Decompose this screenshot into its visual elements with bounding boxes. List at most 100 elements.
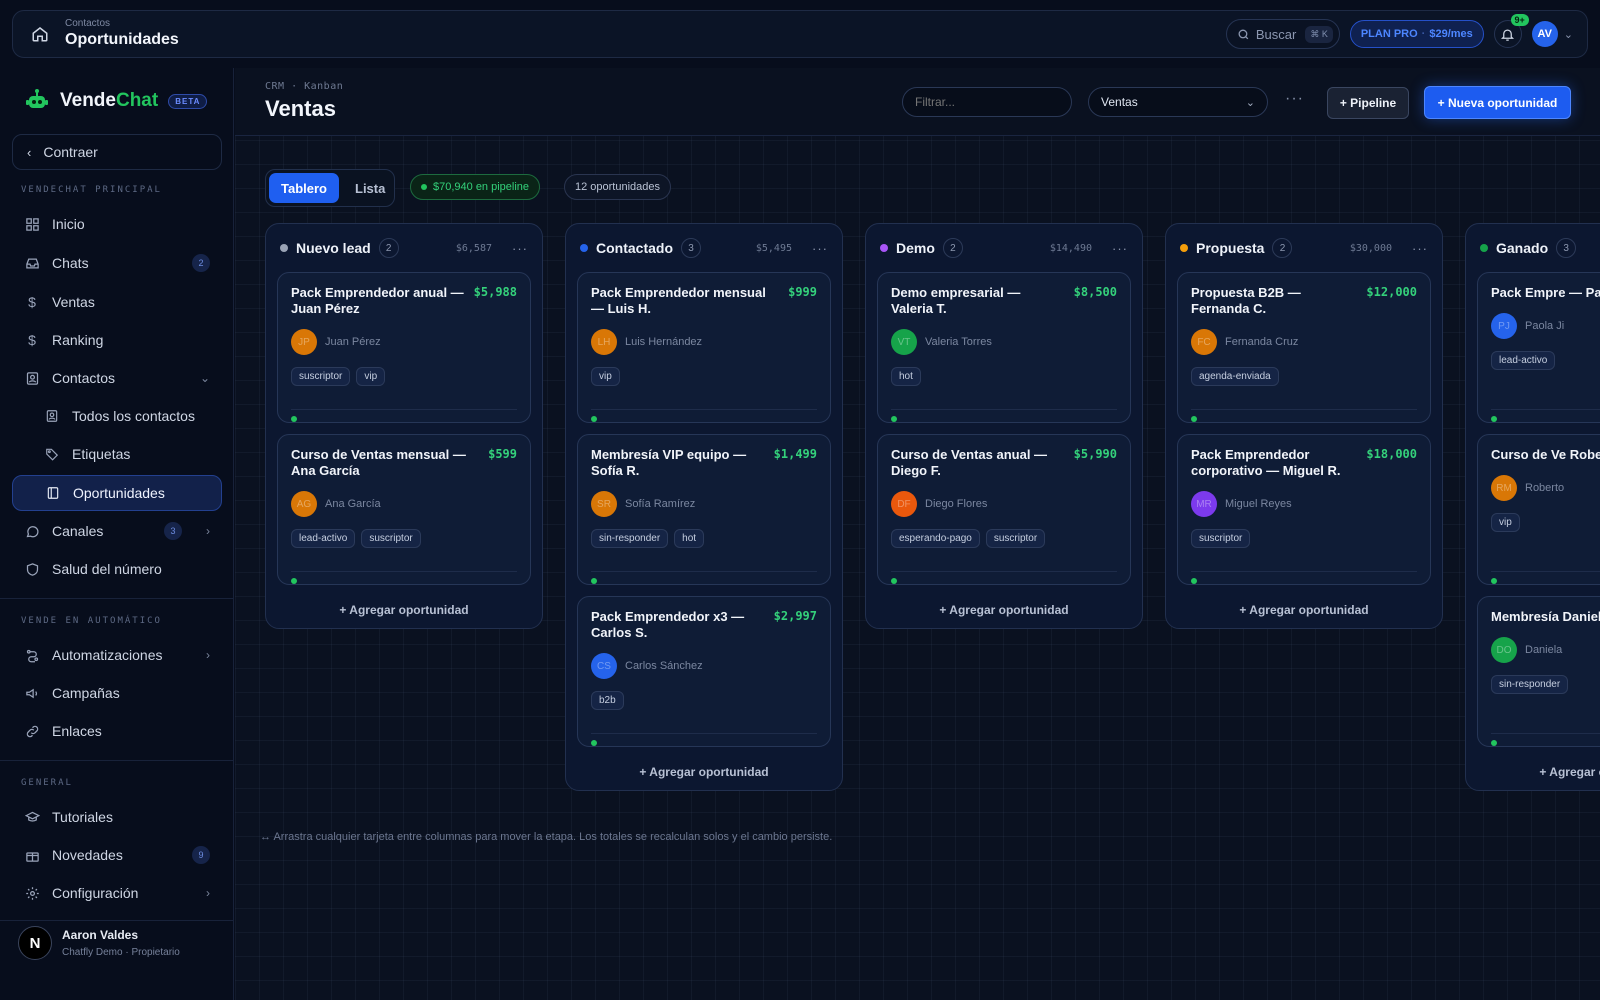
status-dot (891, 416, 897, 422)
card-amount: $599 (488, 447, 517, 461)
sidebar-item-label: Contactos (52, 370, 116, 386)
opportunity-card[interactable]: Demo empresarial — Valeria T. $8,500 VT Va… (877, 272, 1131, 423)
column-count: 3 (681, 238, 701, 258)
kanban-column-propuesta[interactable]: Propuesta 2 $30,000 ··· Propuesta B2B — … (1165, 223, 1443, 629)
sidebar-item-ranking[interactable]: $ Ranking (12, 322, 222, 358)
sidebar-item-contactos[interactable]: Contactos ⌄ (12, 360, 222, 396)
sidebar-item-campanas[interactable]: Campañas (12, 675, 222, 711)
add-opportunity-button[interactable]: + Agregar oportunidad (1466, 754, 1600, 790)
column-header: Demo 2 $14,490 ··· (866, 224, 1142, 272)
more-options-icon[interactable]: ··· (1285, 90, 1304, 108)
dollar-icon: $ (28, 332, 36, 348)
kanban-column-ganado[interactable]: Ganado 3 Pack Empre — Paola J. PJ Paola J… (1465, 223, 1600, 791)
more-options-icon[interactable]: ··· (1112, 241, 1128, 256)
count-badge: 2 (192, 254, 210, 272)
column-title: Contactado (596, 240, 673, 256)
tag-badge: suscriptor (985, 529, 1046, 548)
sidebar-item-automatizaciones[interactable]: Automatizaciones › (12, 637, 222, 673)
notification-badge: 9+ (1510, 14, 1529, 26)
more-options-icon[interactable]: ··· (512, 241, 528, 256)
tag-badge: b2b (591, 691, 624, 710)
sidebar-item-novedades[interactable]: Novedades 9 (12, 837, 222, 873)
add-opportunity-button[interactable]: + Agregar oportunidad (266, 592, 542, 628)
add-pipeline-button[interactable]: + Pipeline (1327, 87, 1409, 119)
user-menu[interactable]: AV ⌄ (1531, 21, 1573, 47)
search-button[interactable]: Buscar ⌘ K (1225, 19, 1340, 49)
sidebar-item-todos-los-contactos[interactable]: Todos los contactos (12, 398, 222, 434)
plan-badge[interactable]: PLAN PRO · $29/mes (1349, 20, 1484, 48)
status-dot (291, 578, 297, 584)
sidebar-item-configuracion[interactable]: Configuración › (12, 875, 222, 911)
opportunity-card[interactable]: Membresía Daniela O. DO Daniela sin-respo… (1477, 596, 1600, 747)
card-amount: $5,988 (473, 285, 517, 299)
breadcrumb-parent[interactable]: Contactos (65, 18, 179, 30)
sidebar: VendeChat BETA ‹ Contraer VENDECHAT PRIN… (0, 68, 234, 1000)
add-opportunity-button[interactable]: + Agregar oportunidad (866, 592, 1142, 628)
pipeline-total: $70,940 en pipeline (433, 181, 530, 193)
card-footer (591, 571, 817, 584)
opportunity-card[interactable]: Pack Emprendedor corporativo — Miguel R.… (1177, 434, 1431, 585)
sidebar-divider (0, 760, 234, 761)
sidebar-item-label: Configuración (52, 885, 139, 901)
user-profile[interactable]: N Aaron Valdes Chatfly Demo · Propietari… (18, 926, 180, 960)
inbox-icon (24, 255, 40, 271)
brand[interactable]: VendeChat BETA (24, 88, 208, 114)
sidebar-item-ventas[interactable]: $ Ventas (12, 284, 222, 320)
sidebar-item-chats[interactable]: Chats 2 (12, 245, 222, 281)
notifications-button[interactable]: 9+ (1493, 14, 1529, 48)
sidebar-item-enlaces[interactable]: Enlaces (12, 713, 222, 749)
opportunity-card[interactable]: Pack Emprendedor x3 — Carlos S. $2,997 CS… (577, 596, 831, 747)
opportunity-card[interactable]: Curso de Ventas mensual — Ana García $599… (277, 434, 531, 585)
sidebar-item-label: Enlaces (52, 723, 102, 739)
search-icon (1238, 29, 1249, 39)
opportunity-card[interactable]: Curso de Ventas anual — Diego F. $5,990 D… (877, 434, 1131, 585)
add-opportunity-button[interactable]: + Agregar oportunidad (1166, 592, 1442, 628)
opportunity-card[interactable]: Curso de Ve Roberto M. RM Roberto vip (1477, 434, 1600, 585)
opportunity-card[interactable]: Pack Empre — Paola J. PJ Paola Ji lead-ac… (1477, 272, 1600, 423)
sidebar-item-etiquetas[interactable]: Etiquetas (12, 436, 222, 472)
sidebar-item-inicio[interactable]: Inicio (12, 206, 222, 242)
section-title-general: GENERAL (21, 778, 73, 788)
status-dot (1491, 740, 1497, 746)
home-icon[interactable] (29, 23, 51, 45)
opportunity-card[interactable]: Pack Emprendedor mensual — Luis H. $999 L… (577, 272, 831, 423)
card-title: Curso de Ventas anual — Diego F. (891, 447, 1048, 478)
opportunities-count-badge: 12 oportunidades (564, 174, 672, 200)
kanban-column-demo[interactable]: Demo 2 $14,490 ··· Demo empresarial — Va… (865, 223, 1143, 629)
collapse-button[interactable]: ‹ Contraer (12, 134, 222, 170)
sidebar-item-salud-del-numero[interactable]: Salud del número (12, 551, 222, 587)
pipeline-select[interactable]: Ventas ⌄ (1088, 87, 1268, 117)
sidebar-item-oportunidades[interactable]: Oportunidades (12, 475, 222, 511)
avatar: SR (591, 491, 617, 517)
avatar: RM (1491, 475, 1517, 501)
avatar: DO (1491, 637, 1517, 663)
tag-badge: sin-responder (591, 529, 669, 548)
new-opportunity-button[interactable]: + Nueva oportunidad (1424, 86, 1571, 119)
filter-input[interactable] (902, 87, 1072, 117)
more-options-icon[interactable]: ··· (812, 241, 828, 256)
card-title: Membresía Daniela O. (1491, 609, 1600, 624)
card-owner: Ana García (325, 498, 381, 510)
tab-tablero[interactable]: Tablero (269, 173, 339, 203)
tag-badge: lead-activo (291, 529, 356, 548)
count-badge: 9 (192, 846, 210, 864)
brand-prefix: Vende (60, 90, 116, 111)
sidebar-item-canales[interactable]: Canales 3 › (12, 513, 222, 549)
card-footer (1191, 571, 1417, 584)
sidebar-item-label: Chats (52, 255, 89, 271)
column-color-dot (880, 244, 888, 252)
more-options-icon[interactable]: ··· (1412, 241, 1428, 256)
tab-lista[interactable]: Lista (343, 173, 397, 203)
card-footer (591, 733, 817, 746)
add-opportunity-button[interactable]: + Agregar oportunidad (566, 754, 842, 790)
sidebar-item-label: Ranking (52, 332, 104, 348)
opportunity-card[interactable]: Membresía VIP equipo — Sofía R. $1,499 SR… (577, 434, 831, 585)
user-role: Chatfly Demo · Propietario (62, 947, 180, 958)
status-dot (591, 416, 597, 422)
kanban-column-contactado[interactable]: Contactado 3 $5,495 ··· Pack Emprendedor… (565, 223, 843, 791)
opportunity-card[interactable]: Pack Emprendedor anual — Juan Pérez $5,98… (277, 272, 531, 423)
kanban-column-nuevo-lead[interactable]: Nuevo lead 2 $6,587 ··· Pack Emprendedor… (265, 223, 543, 629)
sidebar-item-tutoriales[interactable]: Tutoriales (12, 799, 222, 835)
column-count: 3 (1556, 238, 1577, 258)
opportunity-card[interactable]: Propuesta B2B — Fernanda C. $12,000 FC Fer… (1177, 272, 1431, 423)
